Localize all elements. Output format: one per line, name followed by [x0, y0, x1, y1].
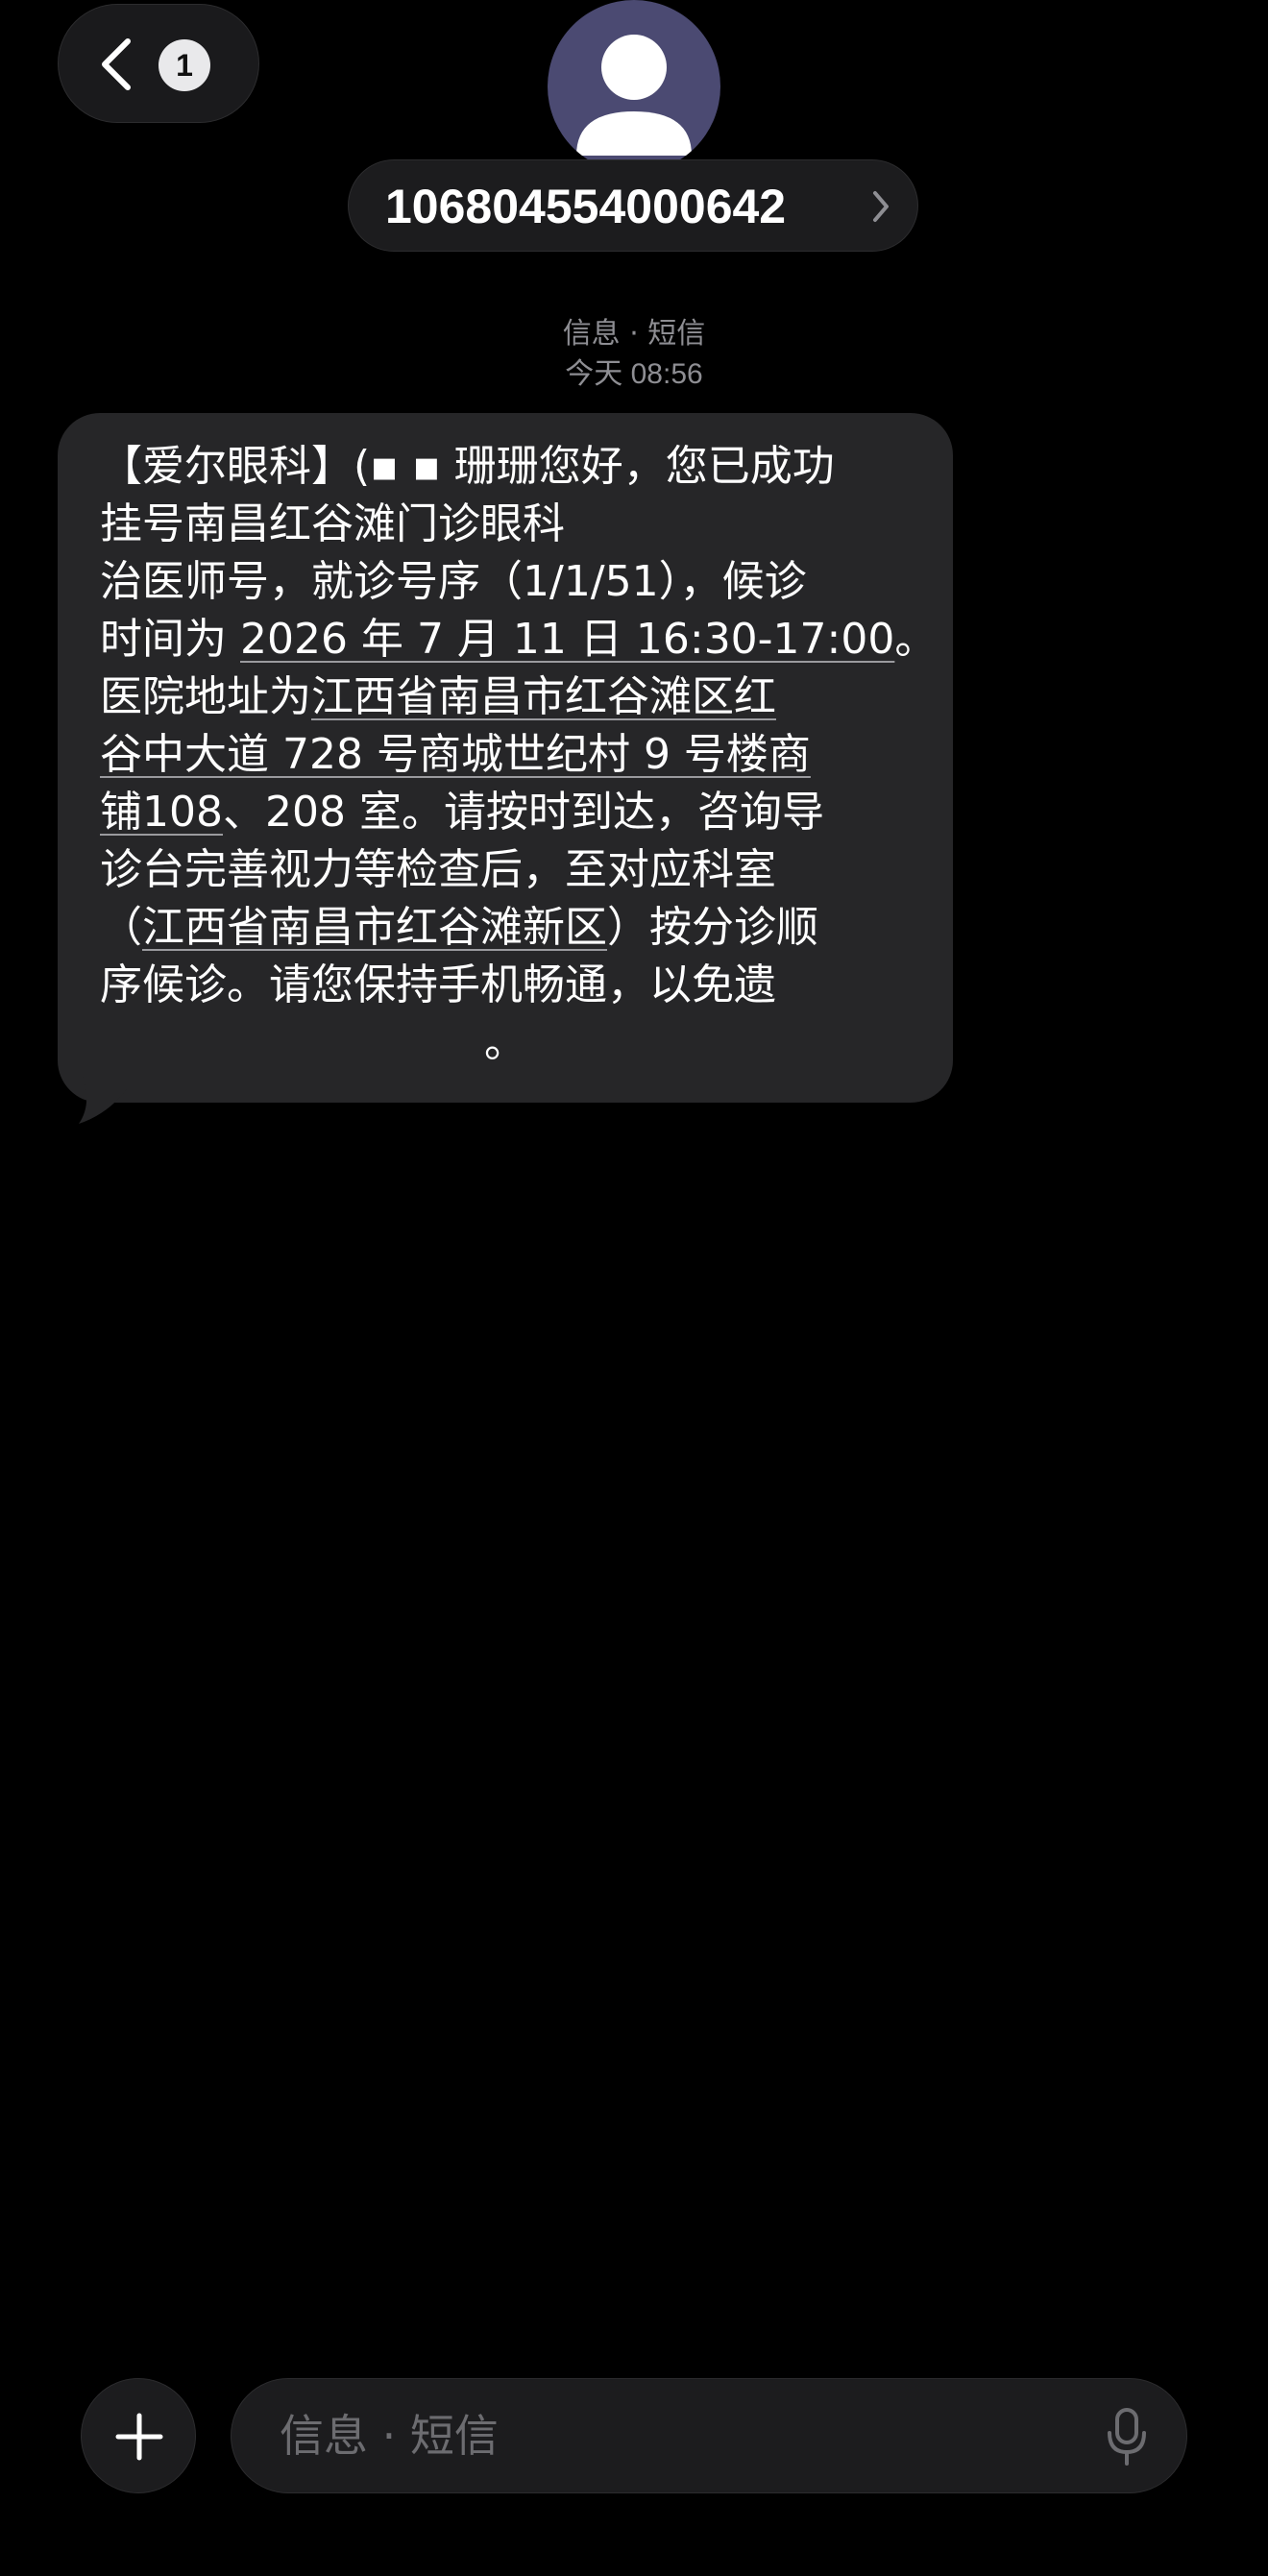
address-link-end[interactable]: 铺108 [100, 788, 223, 837]
message-line: 治医师号，就诊号序（1/1/51），候诊 [100, 557, 807, 606]
message-input[interactable]: 信息 · 短信 [231, 2378, 1187, 2493]
person-icon [576, 35, 692, 156]
contact-number: 106804554000642 [385, 180, 787, 233]
bubble-tail [79, 1076, 127, 1124]
chevron-left-icon [102, 38, 131, 90]
message-text: 【爱尔眼科】(▪ ▪ 珊珊您好，您已成功 挂号南昌红谷滩门诊眼科 治医师号，就诊… [100, 438, 938, 1072]
message-timestamp: 今天 08:56 [565, 358, 703, 390]
contact-name-button[interactable]: 106804554000642 [348, 159, 918, 252]
contact-avatar[interactable] [548, 0, 720, 173]
microphone-icon[interactable] [1106, 2408, 1148, 2466]
message-line: 【爱尔眼科】(▪ ▪ 珊珊您好，您已成功 [100, 442, 835, 491]
message-line: （江西省南昌市红谷滩新区）按分诊顺 [100, 903, 818, 952]
district-link[interactable]: 江西省南昌市红谷滩新区 [142, 903, 607, 952]
message-line: 医院地址为江西省南昌市红谷滩区红 [100, 672, 776, 721]
plus-icon [115, 2413, 163, 2461]
address-link-cont[interactable]: 谷中大道 728 号商城世纪村 9 号楼商 [100, 730, 811, 779]
back-button[interactable]: 1 [58, 4, 259, 123]
chevron-right-icon [873, 191, 889, 222]
message-line: 时间为 2026 年 7 月 11 日 16:30-17:00。 [100, 615, 938, 664]
message-line: 铺108、208 室。请按时到达，咨询导 [100, 788, 824, 837]
datetime-link[interactable]: 2026 年 7 月 11 日 16:30-17:00 [240, 615, 894, 664]
address-link[interactable]: 江西省南昌市红谷滩区红 [311, 672, 776, 721]
message-line: 序候诊。请您保持手机畅通，以免遗 [100, 960, 776, 1009]
add-attachment-button[interactable] [81, 2378, 196, 2493]
message-input-placeholder: 信息 · 短信 [280, 2410, 499, 2462]
service-label: 信息 · 短信 [562, 317, 706, 351]
message-line: 诊台完善视力等检查后，至对应科室 [100, 845, 776, 894]
message-line: 。 [484, 1018, 526, 1067]
message-line: 挂号南昌红谷滩门诊眼科 [100, 499, 565, 548]
message-line: 谷中大道 728 号商城世纪村 9 号楼商 [100, 726, 916, 784]
unread-count-badge: 1 [158, 39, 210, 91]
